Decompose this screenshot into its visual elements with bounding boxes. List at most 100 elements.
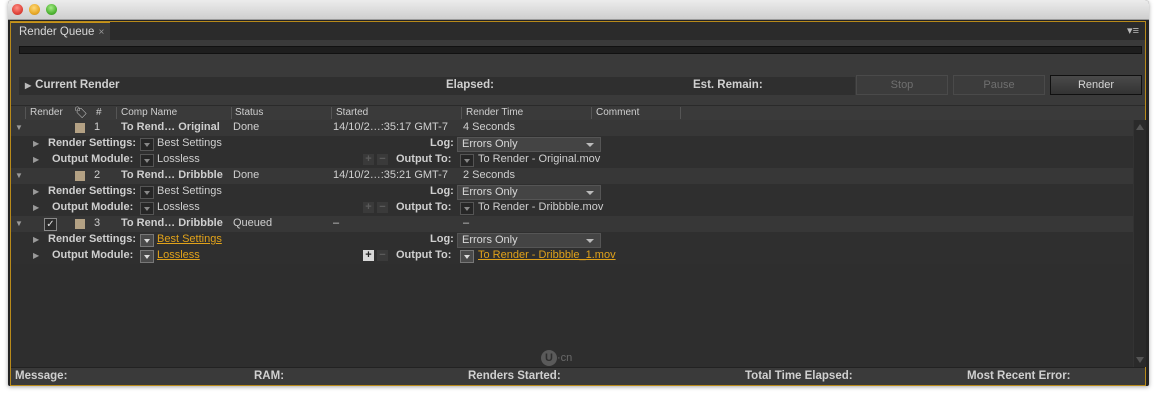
label-color-swatch[interactable] <box>75 123 85 133</box>
log-label: Log: <box>430 137 454 149</box>
vertical-scrollbar[interactable] <box>1133 120 1146 367</box>
elapsed-label: Elapsed: <box>446 79 494 91</box>
output-module-link[interactable]: Lossless <box>157 249 200 261</box>
render-settings-dropdown[interactable] <box>140 234 154 247</box>
output-module-value[interactable]: Lossless <box>157 201 200 213</box>
label-tag-icon[interactable]: 🏷 <box>74 106 88 119</box>
item-started: 14/10/2…:35:21 GMT-7 <box>333 169 448 181</box>
scroll-up-icon[interactable] <box>1136 124 1144 130</box>
add-output-module-button[interactable]: + <box>363 202 374 213</box>
item-started: – <box>333 217 340 229</box>
panel-menu-icon[interactable]: ▾≡ <box>1127 24 1139 37</box>
expand-triangle-icon[interactable]: ▶ <box>33 139 39 148</box>
expand-triangle-icon[interactable]: ▼ <box>15 123 23 132</box>
current-render-toggle[interactable]: ▶ Current Render <box>25 79 120 91</box>
footer-recent-error-label: Most Recent Error: <box>967 370 1071 382</box>
output-to-label: Output To: <box>396 201 452 213</box>
expand-triangle-icon[interactable]: ▶ <box>33 251 39 260</box>
render-settings-dropdown[interactable] <box>140 186 154 199</box>
remove-output-module-button[interactable]: − <box>377 202 388 213</box>
expand-triangle-icon[interactable]: ▶ <box>33 187 39 196</box>
log-select[interactable]: Errors Only <box>457 137 601 152</box>
render-settings-dropdown[interactable] <box>140 138 154 151</box>
output-to-value[interactable]: To Render - Original.mov <box>478 153 600 165</box>
output-module-row: ▶ Output Module: Lossless + − Output To:… <box>11 152 1133 168</box>
column-separator <box>331 107 332 119</box>
zoom-window-button[interactable] <box>46 4 57 15</box>
item-render-time: 4 Seconds <box>463 121 515 133</box>
render-queue-panel: Render Queue × ▾≡ ▶ Current Render Elapsed… <box>10 21 1146 386</box>
expand-triangle-icon[interactable]: ▼ <box>15 171 23 180</box>
current-render-title: Current Render <box>35 79 120 91</box>
render-queue-window: Render Queue × ▾≡ ▶ Current Render Elapsed… <box>8 0 1149 386</box>
item-number: 2 <box>94 169 101 181</box>
output-module-value[interactable]: Lossless <box>157 153 200 165</box>
output-to-label: Output To: <box>396 153 452 165</box>
render-settings-label: Render Settings: <box>48 233 137 245</box>
expand-triangle-icon[interactable]: ▶ <box>33 235 39 244</box>
column-header-render[interactable]: Render <box>30 107 63 118</box>
expand-triangle-icon[interactable]: ▼ <box>15 219 23 228</box>
queue-item-row[interactable]: ▼ 1 To Rend… Original Done 14/10/2…:35:1… <box>11 120 1133 136</box>
item-render-time: – <box>463 217 470 229</box>
stop-button[interactable]: Stop <box>856 75 948 95</box>
disclosure-triangle-icon: ▶ <box>25 81 32 90</box>
render-button[interactable]: Render <box>1050 75 1142 95</box>
status-footer: Message: RAM: Renders Started: Total Tim… <box>11 367 1145 385</box>
log-select[interactable]: Errors Only <box>457 185 601 200</box>
column-header-number[interactable]: # <box>96 107 102 118</box>
output-module-dropdown[interactable] <box>140 154 154 167</box>
label-color-swatch[interactable] <box>75 219 85 229</box>
expand-triangle-icon[interactable]: ▶ <box>33 155 39 164</box>
item-render-time: 2 Seconds <box>463 169 515 181</box>
remove-output-module-button[interactable]: − <box>377 250 388 261</box>
column-header-comment[interactable]: Comment <box>596 107 639 118</box>
column-header-comp-name[interactable]: Comp Name <box>121 107 177 118</box>
render-settings-value[interactable]: Best Settings <box>157 137 222 149</box>
log-label: Log: <box>430 233 454 245</box>
column-separator <box>680 107 681 119</box>
column-header-render-time[interactable]: Render Time <box>466 107 523 118</box>
render-checkbox[interactable]: ✓ <box>44 218 57 231</box>
output-module-dropdown[interactable] <box>140 250 154 263</box>
queue-item-row[interactable]: ▼ 2 To Rend… Dribbble Done 14/10/2…:35:2… <box>11 168 1133 184</box>
column-separator <box>25 107 26 119</box>
add-output-module-button[interactable]: + <box>363 154 374 165</box>
column-header-status[interactable]: Status <box>235 107 263 118</box>
tab-close-icon[interactable]: × <box>98 27 104 38</box>
tab-label: Render Queue <box>19 26 95 38</box>
output-to-link[interactable]: To Render - Dribbble_1.mov <box>478 249 616 261</box>
column-header-row: Render 🏷 # Comp Name Status Started Rend… <box>11 105 1145 121</box>
current-render-bar: ▶ Current Render Elapsed: Est. Remain: <box>19 77 855 95</box>
output-to-label: Output To: <box>396 249 452 261</box>
footer-message-label: Message: <box>15 370 68 382</box>
log-select[interactable]: Errors Only <box>457 233 601 248</box>
minimize-window-button[interactable] <box>29 4 40 15</box>
pause-button[interactable]: Pause <box>953 75 1045 95</box>
label-color-swatch[interactable] <box>75 171 85 181</box>
render-queue-list: ▼ 1 To Rend… Original Done 14/10/2…:35:1… <box>11 120 1133 367</box>
scroll-down-icon[interactable] <box>1136 357 1144 363</box>
watermark-logo: U ·cn <box>541 350 572 366</box>
footer-renders-started-label: Renders Started: <box>468 370 561 382</box>
remove-output-module-button[interactable]: − <box>377 154 388 165</box>
tab-render-queue[interactable]: Render Queue × <box>11 22 111 40</box>
render-settings-label: Render Settings: <box>48 137 137 149</box>
queue-item-row[interactable]: ▼ ✓ 3 To Rend… Dribbble Queued – – <box>11 216 1133 232</box>
output-to-value[interactable]: To Render - Dribbble.mov <box>478 201 603 213</box>
column-separator <box>231 107 232 119</box>
output-to-dropdown[interactable] <box>460 154 474 167</box>
expand-triangle-icon[interactable]: ▶ <box>33 203 39 212</box>
output-to-dropdown[interactable] <box>460 202 474 215</box>
output-module-dropdown[interactable] <box>140 202 154 215</box>
render-progress-bar <box>19 46 1142 54</box>
column-separator <box>591 107 592 119</box>
render-settings-value[interactable]: Best Settings <box>157 185 222 197</box>
item-number: 3 <box>94 217 101 229</box>
render-settings-link[interactable]: Best Settings <box>157 233 222 245</box>
close-window-button[interactable] <box>12 4 23 15</box>
column-header-started[interactable]: Started <box>336 107 368 118</box>
add-output-module-button[interactable]: + <box>363 250 374 261</box>
output-to-dropdown[interactable] <box>460 250 474 263</box>
column-separator <box>116 107 117 119</box>
